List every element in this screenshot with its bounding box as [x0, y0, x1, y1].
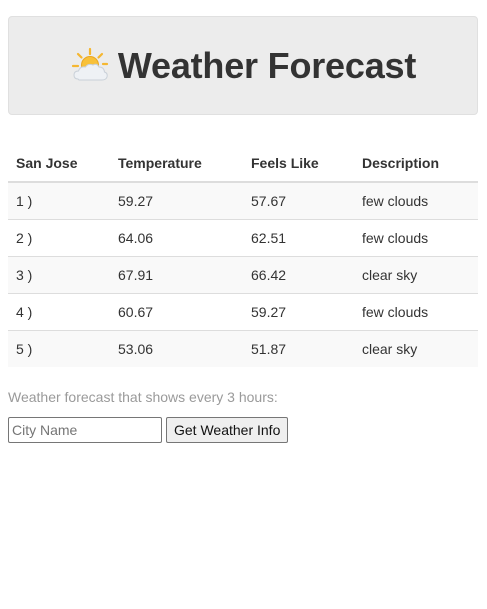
get-weather-button[interactable]: Get Weather Info — [166, 417, 289, 443]
description-cell: few clouds — [354, 181, 478, 220]
temperature-cell: 64.06 — [110, 219, 243, 257]
feels-like-cell: 57.67 — [243, 181, 354, 220]
description-cell: clear sky — [354, 256, 478, 294]
row-index: 3 ) — [8, 256, 110, 294]
feels-like-column-header: Feels Like — [243, 144, 354, 183]
feels-like-cell: 62.51 — [243, 219, 354, 257]
page-header: Weather Forecast — [8, 16, 478, 115]
feels-like-cell: 51.87 — [243, 330, 354, 367]
forecast-table: San Jose Temperature Feels Like Descript… — [8, 144, 478, 367]
city-column-header: San Jose — [8, 144, 110, 183]
sun-behind-cloud-icon — [70, 46, 110, 86]
table-row: 2 ) 64.06 62.51 few clouds — [8, 219, 478, 257]
table-row: 3 ) 67.91 66.42 clear sky — [8, 256, 478, 294]
weather-page: Weather Forecast San Jose Temperature Fe… — [0, 0, 487, 609]
temperature-cell: 67.91 — [110, 256, 243, 294]
temperature-cell: 53.06 — [110, 330, 243, 367]
page-title: Weather Forecast — [117, 44, 417, 86]
city-name-input[interactable] — [8, 417, 162, 443]
temperature-column-header: Temperature — [110, 144, 243, 183]
description-cell: clear sky — [354, 330, 478, 367]
temperature-cell: 60.67 — [110, 293, 243, 331]
description-cell: few clouds — [354, 293, 478, 331]
city-form: Get Weather Info — [8, 417, 289, 443]
feels-like-cell: 66.42 — [243, 256, 354, 294]
forecast-note: Weather forecast that shows every 3 hour… — [8, 389, 278, 405]
table-row: 1 ) 59.27 57.67 few clouds — [8, 181, 478, 220]
row-index: 2 ) — [8, 219, 110, 257]
description-column-header: Description — [354, 144, 478, 183]
table-row: 4 ) 60.67 59.27 few clouds — [8, 293, 478, 331]
row-index: 1 ) — [8, 181, 110, 220]
row-index: 5 ) — [8, 330, 110, 367]
row-index: 4 ) — [8, 293, 110, 331]
description-cell: few clouds — [354, 219, 478, 257]
feels-like-cell: 59.27 — [243, 293, 354, 331]
table-row: 5 ) 53.06 51.87 clear sky — [8, 330, 478, 367]
table-header-row: San Jose Temperature Feels Like Descript… — [8, 144, 478, 183]
temperature-cell: 59.27 — [110, 181, 243, 220]
